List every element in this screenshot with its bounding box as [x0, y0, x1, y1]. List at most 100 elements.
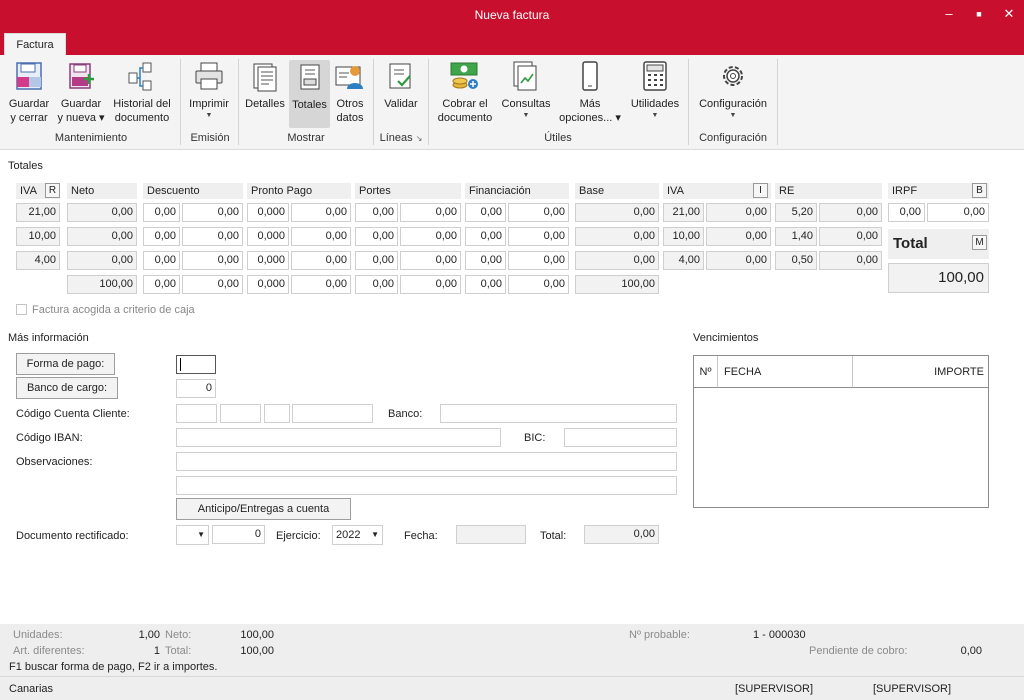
bic-input[interactable] [564, 428, 677, 447]
consultas-label: Consultas [501, 98, 551, 110]
financiacion-pct-input[interactable]: 0,00 [465, 203, 506, 222]
descuento-amount-input[interactable]: 0,00 [182, 251, 243, 270]
maximize-button[interactable]: ■ [967, 4, 991, 24]
vencimientos-grid[interactable]: Nº FECHA IMPORTE [693, 355, 989, 508]
iva-r-button[interactable]: R [45, 183, 60, 198]
forma-pago-input[interactable] [176, 355, 216, 374]
utilidades-label: Utilidades [630, 98, 680, 110]
ccc-dc-input[interactable] [264, 404, 290, 423]
consultas-button[interactable]: Consultas ▼ [498, 59, 554, 121]
portes-pct-input[interactable]: 0,00 [355, 251, 398, 270]
imprimir-button[interactable]: Imprimir ▼ [186, 59, 232, 121]
tab-factura[interactable]: Factura [4, 33, 66, 55]
chevron-down-icon: ▼ [205, 112, 213, 119]
pronto-pago-amount-input[interactable]: 0,00 [291, 203, 351, 222]
irpf-b-button[interactable]: B [972, 183, 987, 198]
ccc-entidad-input[interactable] [176, 404, 217, 423]
descuento-pct-input[interactable]: 0,00 [143, 227, 180, 246]
observaciones-input-2[interactable] [176, 476, 677, 495]
historial-documento-button[interactable]: Historial del documento [108, 59, 176, 125]
fecha-input[interactable] [456, 525, 526, 544]
neto-label: Neto: [165, 629, 192, 641]
doc-rectificado-num-input[interactable]: 0 [212, 525, 265, 544]
pronto-pago-pct-total[interactable]: 0,000 [247, 275, 289, 294]
cobrar-documento-button[interactable]: Cobrar el documento [434, 59, 496, 125]
guardar-nueva-button[interactable]: Guardar y nueva ▾ [56, 59, 106, 125]
ejercicio-value: 2022 [336, 529, 361, 541]
minimize-button[interactable]: – [937, 4, 961, 24]
financiacion-pct-input[interactable]: 0,00 [465, 227, 506, 246]
anticipo-button[interactable]: Anticipo/Entregas a cuenta [176, 498, 351, 520]
historial-label-1: Historial del [113, 98, 171, 110]
observaciones-input-1[interactable] [176, 452, 677, 471]
descuento-pct-input[interactable]: 0,00 [143, 251, 180, 270]
pronto-pago-pct-input[interactable]: 0,000 [247, 203, 289, 222]
pronto-pago-amount-input[interactable]: 0,00 [291, 227, 351, 246]
otros-datos-button[interactable]: Otros datos [332, 59, 368, 125]
doc-rectificado-serie-select[interactable]: ▼ [176, 525, 209, 545]
col-header-fecha[interactable]: FECHA [718, 356, 853, 388]
close-button[interactable]: ✕ [997, 4, 1021, 24]
pronto-pago-pct-input[interactable]: 0,000 [247, 227, 289, 246]
iva-rate-cell: 4,00 [16, 251, 60, 270]
detalles-button[interactable]: Detalles [243, 59, 287, 111]
guardar-cerrar-label-1: Guardar [8, 98, 50, 110]
pronto-pago-amount-total[interactable]: 0,00 [291, 275, 351, 294]
portes-amount-input[interactable]: 0,00 [400, 251, 461, 270]
descuento-pct-input[interactable]: 0,00 [143, 203, 180, 222]
portes-pct-input[interactable]: 0,00 [355, 203, 398, 222]
banco-input[interactable] [440, 404, 677, 423]
forma-pago-button[interactable]: Forma de pago: [16, 353, 115, 375]
portes-pct-total[interactable]: 0,00 [355, 275, 398, 294]
descuento-amount-input[interactable]: 0,00 [182, 227, 243, 246]
financiacion-amount-input[interactable]: 0,00 [508, 203, 569, 222]
financiacion-amount-input[interactable]: 0,00 [508, 251, 569, 270]
doc-total-label: Total: [540, 530, 567, 542]
iva-pct-cell: 21,00 [663, 203, 704, 222]
portes-pct-input[interactable]: 0,00 [355, 227, 398, 246]
mas-opciones-button[interactable]: Más opciones... ▾ [556, 59, 624, 125]
configuracion-button[interactable]: Configuración ▼ [694, 59, 772, 121]
portes-amount-input[interactable]: 0,00 [400, 227, 461, 246]
ccc-oficina-input[interactable] [220, 404, 261, 423]
financiacion-pct-input[interactable]: 0,00 [465, 251, 506, 270]
group-label-lineas[interactable]: Líneas ↘ [375, 132, 427, 144]
iva-i-button[interactable]: I [753, 183, 768, 198]
pronto-pago-pct-input[interactable]: 0,000 [247, 251, 289, 270]
utilidades-button[interactable]: Utilidades ▼ [626, 59, 684, 121]
portes-amount-input[interactable]: 0,00 [400, 203, 461, 222]
col-header-num[interactable]: Nº [694, 356, 718, 388]
descuento-pct-total[interactable]: 0,00 [143, 275, 180, 294]
total-header: Total M [888, 229, 989, 259]
total-m-button[interactable]: M [972, 235, 987, 250]
re-pct-cell: 1,40 [775, 227, 817, 246]
reports-icon [513, 61, 537, 91]
validar-button[interactable]: Validar [379, 59, 423, 111]
irpf-pct-input[interactable]: 0,00 [888, 203, 925, 222]
portes-amount-total[interactable]: 0,00 [400, 275, 461, 294]
irpf-amount-input[interactable]: 0,00 [927, 203, 989, 222]
financiacion-amount-input[interactable]: 0,00 [508, 227, 569, 246]
descuento-amount-total[interactable]: 0,00 [182, 275, 243, 294]
descuento-amount-input[interactable]: 0,00 [182, 203, 243, 222]
n-probable-label: Nº probable: [629, 629, 690, 641]
group-label-mantenimiento: Mantenimiento [54, 132, 128, 144]
guardar-cerrar-button[interactable]: Guardar y cerrar [6, 59, 52, 125]
iva-cuota-cell: 0,00 [706, 203, 771, 222]
col-header-importe[interactable]: IMPORTE [853, 356, 988, 388]
criterio-caja-checkbox[interactable] [16, 304, 27, 315]
pronto-pago-amount-input[interactable]: 0,00 [291, 251, 351, 270]
ejercicio-select[interactable]: 2022 ▼ [332, 525, 383, 545]
financiacion-pct-total[interactable]: 0,00 [465, 275, 506, 294]
banco-cargo-button[interactable]: Banco de cargo: [16, 377, 118, 399]
art-diferentes-value: 1 [153, 645, 160, 657]
totales-button[interactable]: Totales [289, 60, 330, 128]
ccc-cuenta-input[interactable] [292, 404, 373, 423]
iban-input[interactable] [176, 428, 501, 447]
region-status: Canarias [9, 683, 54, 695]
neto-cell: 0,00 [67, 227, 137, 246]
mobile-icon [582, 61, 598, 91]
banco-cargo-input[interactable]: 0 [176, 379, 216, 398]
financiacion-amount-total[interactable]: 0,00 [508, 275, 569, 294]
pendiente-cobro-label: Pendiente de cobro: [809, 645, 908, 657]
